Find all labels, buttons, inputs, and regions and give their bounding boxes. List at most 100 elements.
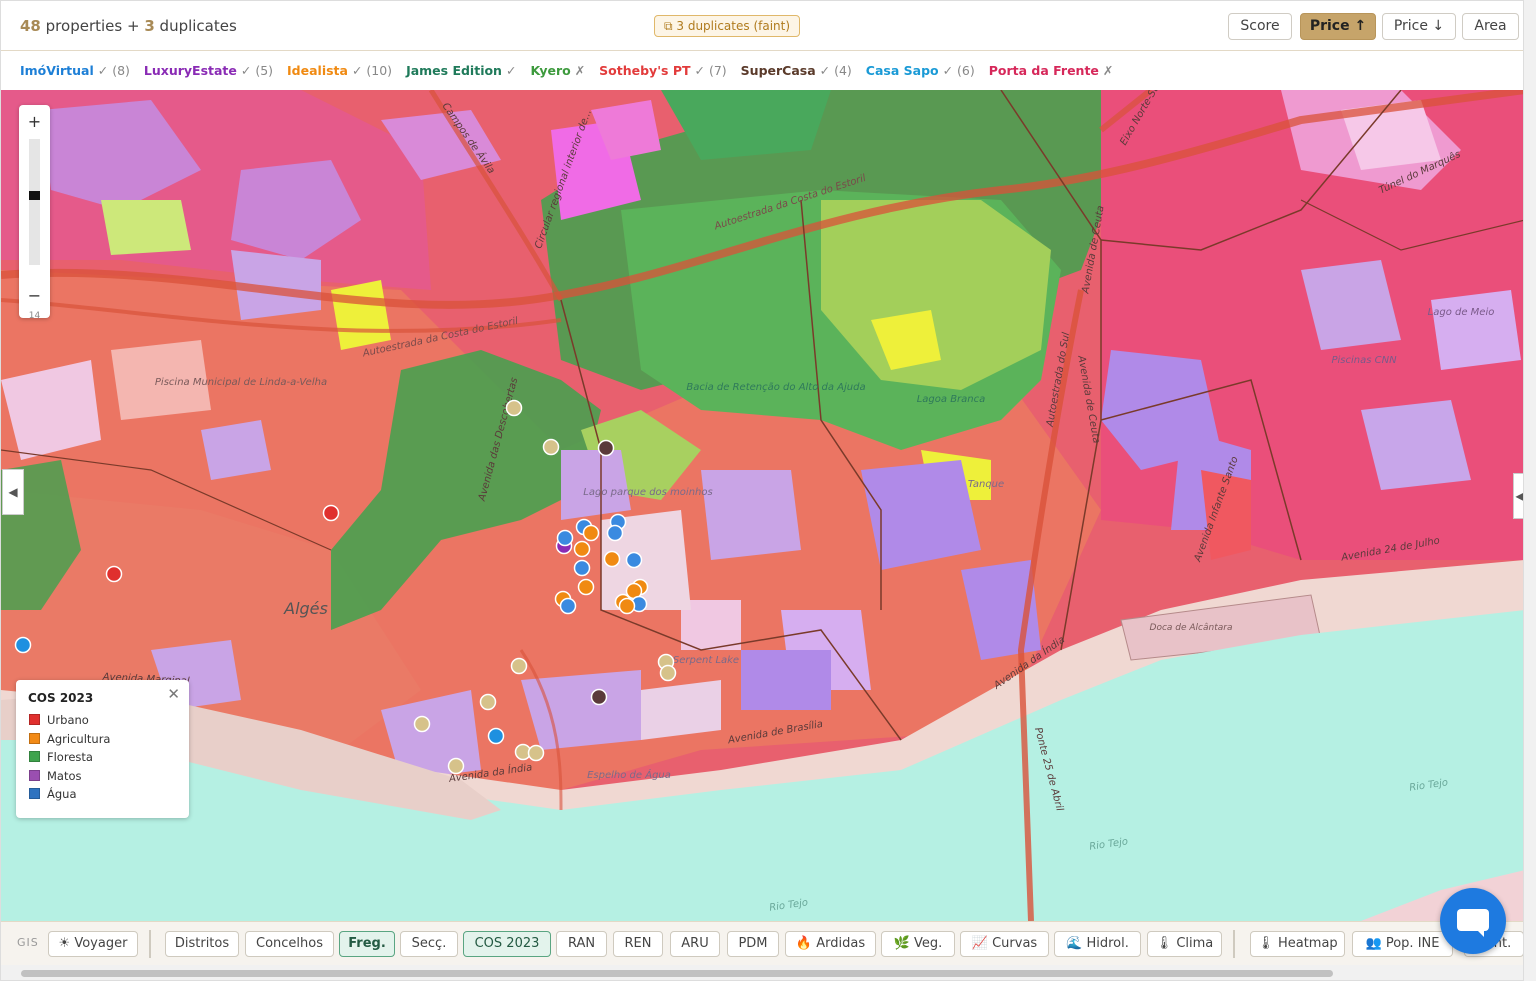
layer-toggle-14[interactable]: 🌡 Clima: [1147, 931, 1222, 957]
sort-price-desc-button[interactable]: Price ↓: [1382, 13, 1456, 40]
layer-toggle-1[interactable]: Distritos: [165, 931, 239, 957]
zoom-out-button[interactable]: −: [19, 283, 50, 309]
map-label-lago-meio: Lago de Meio: [1428, 307, 1495, 318]
sort-area-button[interactable]: Area: [1462, 13, 1519, 40]
layer-toggle-12[interactable]: 📈 Curvas: [960, 931, 1049, 957]
property-marker[interactable]: [597, 439, 615, 457]
source-name: James Edition: [406, 63, 502, 78]
source-filter-4[interactable]: Kyero ✗: [530, 63, 585, 78]
source-name: Porta da Frente: [988, 63, 1099, 78]
horizontal-scrollbar[interactable]: [1, 965, 1523, 980]
property-marker[interactable]: [14, 636, 32, 654]
map-label-espelho: Espelho de Água: [587, 768, 671, 781]
property-marker[interactable]: [413, 715, 431, 733]
zoom-slider-track[interactable]: [29, 139, 40, 265]
scrollbar-thumb[interactable]: [21, 970, 1333, 977]
duplicates-count: 3: [144, 17, 155, 35]
layer-toggle-15[interactable]: 🌡 Heatmap: [1250, 931, 1345, 957]
source-filter-6[interactable]: SuperCasa ✓ (4): [741, 63, 852, 78]
land-cover-map: Algés Piscina Municipal de Linda-a-Velha…: [1, 90, 1523, 921]
properties-text: properties +: [45, 17, 140, 35]
property-marker[interactable]: [606, 524, 624, 542]
map-label-doca: Doca de Alcântara: [1150, 623, 1233, 633]
zoom-control: + − 14: [19, 105, 50, 321]
chat-button[interactable]: [1440, 888, 1506, 954]
vertical-scrollbar[interactable]: [1524, 0, 1536, 981]
map-label-tanque: Tanque: [968, 479, 1004, 490]
source-status: ✓ (8): [97, 63, 130, 78]
property-marker[interactable]: [105, 565, 123, 583]
source-filter-8[interactable]: Porta da Frente ✗: [989, 63, 1114, 78]
legend-close-button[interactable]: ✕: [167, 685, 180, 703]
source-status: ✗: [1102, 63, 1114, 78]
app-window: 48 properties + 3 duplicates ⧉ 3 duplica…: [0, 0, 1524, 981]
properties-count: 48: [20, 17, 41, 35]
source-status: ✓ (7): [694, 63, 727, 78]
property-marker[interactable]: [590, 688, 608, 706]
layer-toggle-5[interactable]: COS 2023: [463, 931, 551, 957]
source-filter-2[interactable]: Idealista ✓ (10): [287, 63, 392, 78]
property-marker[interactable]: [618, 597, 636, 615]
layer-toggle-13[interactable]: 🌊 Hidrol.: [1054, 931, 1141, 957]
chat-bubble-icon: [1457, 909, 1489, 931]
layer-toggle-16[interactable]: 👥 Pop. INE: [1352, 931, 1453, 957]
layer-toggle-9[interactable]: PDM: [727, 931, 779, 957]
layer-toggle-6[interactable]: RAN: [556, 931, 607, 957]
results-header: 48 properties + 3 duplicates ⧉ 3 duplica…: [1, 1, 1523, 51]
property-marker[interactable]: [573, 540, 591, 558]
layer-toggle-11[interactable]: 🌿 Veg.: [881, 931, 955, 957]
property-marker[interactable]: [322, 504, 340, 522]
property-marker[interactable]: [542, 438, 560, 456]
source-name: ImóVirtual: [20, 63, 94, 78]
layer-toggle-2[interactable]: Concelhos: [245, 931, 334, 957]
source-filter-7[interactable]: Casa Sapo ✓ (6): [866, 63, 975, 78]
property-marker[interactable]: [505, 399, 523, 417]
property-marker[interactable]: [447, 757, 465, 775]
property-marker[interactable]: [559, 597, 577, 615]
map-label-piscinas-cnn: Piscinas CNN: [1331, 355, 1397, 366]
property-marker[interactable]: [659, 664, 677, 682]
gis-layer-bar: GIS ☀ Voyager Distritos Concelhos Freg. Secç…: [1, 921, 1523, 965]
left-panel-toggle[interactable]: ◀: [2, 469, 24, 515]
property-marker[interactable]: [479, 693, 497, 711]
cos-legend: COS 2023 ✕ Urbano Agricultura Floresta Mato…: [16, 680, 189, 818]
property-marker[interactable]: [487, 727, 505, 745]
source-name: LuxuryEstate: [143, 63, 237, 78]
map-label-alges: Algés: [283, 599, 328, 618]
source-filter-1[interactable]: LuxuryEstate ✓ (5): [144, 63, 273, 78]
layer-toggle-8[interactable]: ARU: [670, 931, 720, 957]
duplicates-faint-toggle[interactable]: ⧉ 3 duplicates (faint): [654, 15, 801, 37]
source-status: ✓ (6): [942, 63, 975, 78]
source-filter-0[interactable]: ImóVirtual ✓ (8): [20, 63, 130, 78]
zoom-in-button[interactable]: +: [19, 109, 50, 135]
layer-toggle-7[interactable]: REN: [613, 931, 663, 957]
legend-swatch: [29, 732, 40, 744]
property-marker[interactable]: [573, 559, 591, 577]
layer-toggle-3[interactable]: Freg.: [339, 931, 395, 957]
sort-score-button[interactable]: Score: [1228, 13, 1292, 40]
right-panel-toggle[interactable]: ◀: [1513, 473, 1523, 519]
map-label-lago: Lago parque dos moinhos: [583, 487, 712, 498]
property-marker[interactable]: [582, 524, 600, 542]
map-label-piscina: Piscina Municipal de Linda-a-Velha: [155, 377, 327, 388]
property-marker[interactable]: [577, 578, 595, 596]
property-marker[interactable]: [510, 657, 528, 675]
layer-toggle-0[interactable]: ☀ Voyager: [48, 931, 138, 957]
source-name: Idealista: [287, 63, 348, 78]
map-label-bacia: Bacia de Retenção do Alto da Ajuda: [686, 382, 865, 393]
source-filter-5[interactable]: Sotheby's PT ✓ (7): [599, 63, 727, 78]
layer-toggle-10[interactable]: 🔥 Ardidas: [785, 931, 876, 957]
layer-toggle-4[interactable]: Secç.: [400, 931, 458, 957]
source-status: ✗: [574, 63, 586, 78]
zoom-slider-knob[interactable]: [29, 191, 40, 200]
map-label-serpent: Serpent Lake: [673, 655, 739, 666]
source-filter-3[interactable]: James Edition ✓: [406, 63, 516, 78]
source-name: Kyero: [530, 63, 571, 78]
property-marker[interactable]: [556, 529, 574, 547]
property-marker[interactable]: [603, 550, 621, 568]
property-marker[interactable]: [527, 744, 545, 762]
legend-label: Água: [47, 787, 77, 801]
map-view[interactable]: Algés Piscina Municipal de Linda-a-Velha…: [1, 90, 1523, 921]
sort-price-asc-button[interactable]: Price ↑: [1300, 13, 1376, 40]
property-marker[interactable]: [625, 551, 643, 569]
